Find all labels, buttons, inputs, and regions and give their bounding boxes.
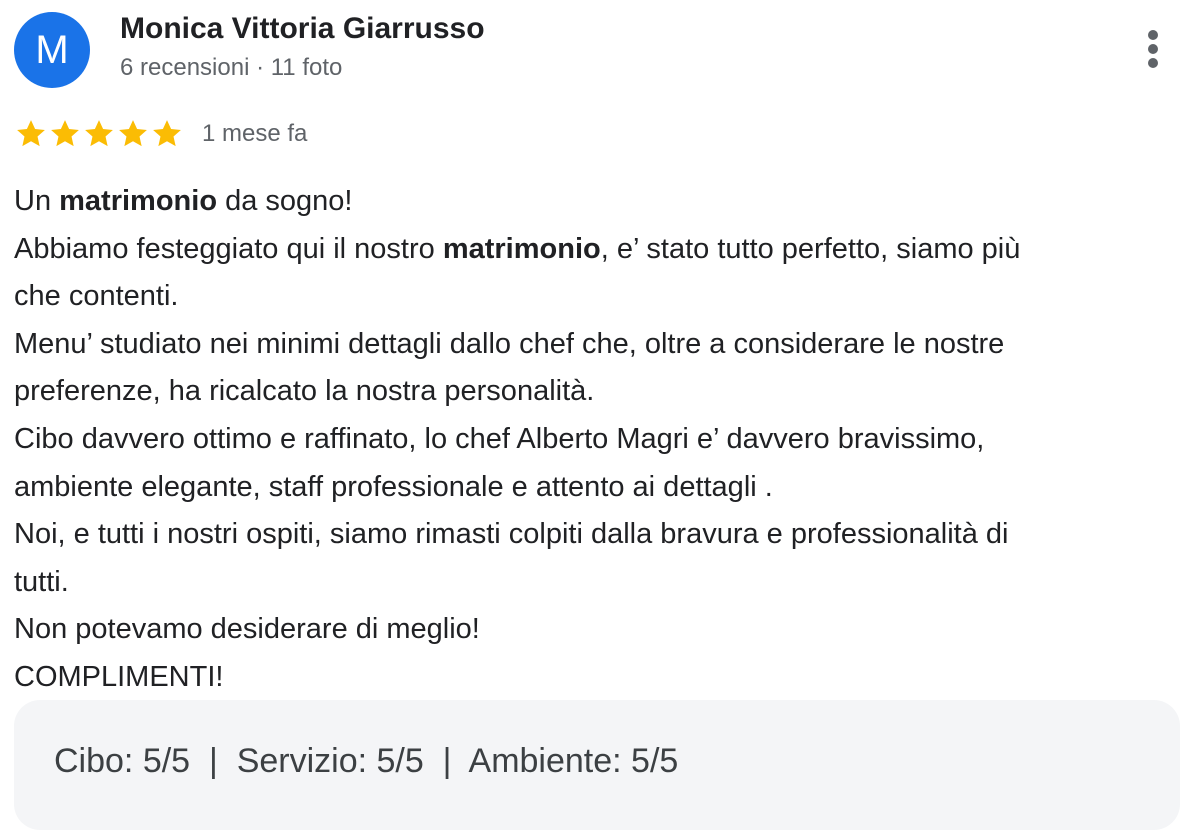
review-text-segment: Abbiamo festeggiato qui il nostro [14, 232, 443, 265]
star-icon [85, 120, 113, 147]
review-line: preferenze, ha ricalcato la nostra perso… [14, 368, 1189, 416]
review-text-segment: tutti. [14, 565, 69, 598]
review-line: Menu’ studiato nei minimi dettagli dallo… [14, 321, 1189, 369]
review-text-segment: Menu’ studiato nei minimi dettagli dallo… [14, 327, 1005, 360]
review-line: Un matrimonio da sogno! [14, 178, 1189, 226]
author-meta: 6 recensioni · 11 foto [120, 54, 343, 81]
star-icon [51, 120, 79, 147]
star-icon [119, 120, 147, 147]
review-date: 1 mese fa [202, 120, 308, 147]
review-keyword: matrimonio [442, 232, 601, 265]
sub-ratings-box: Cibo: 5/5 | Servizio: 5/5 | Ambiente: 5/… [14, 700, 1180, 830]
review-text-segment: preferenze, ha ricalcato la nostra perso… [14, 375, 595, 408]
review-text-segment: Cibo davvero ottimo e raffinato, lo chef… [14, 422, 985, 455]
review-line: Abbiamo festeggiato qui il nostro matrim… [14, 226, 1189, 274]
star-icon [153, 120, 181, 147]
review-text-segment: COMPLIMENTI! [14, 660, 224, 693]
review-line: Cibo davvero ottimo e raffinato, lo chef… [14, 416, 1189, 464]
review-text-segment: Un [14, 185, 60, 217]
review-line: che contenti. [14, 273, 1189, 321]
avatar[interactable]: M [14, 12, 90, 88]
more-options-button[interactable] [1136, 26, 1170, 72]
review-text-segment: , e’ stato tutto perfetto, siamo più [600, 232, 1021, 265]
review-text-segment: ambiente elegante, staff professionale e… [14, 470, 773, 503]
review-text-segment: Non potevamo desiderare di meglio! [14, 613, 480, 646]
rating-row: 1 mese fa [14, 114, 307, 154]
review-line: COMPLIMENTI! [14, 654, 1189, 702]
review-text: Un matrimonio da sogno! Abbiamo festeggia… [14, 178, 1189, 702]
review-line: Noi, e tutti i nostri ospiti, siamo rima… [14, 511, 1189, 559]
review-line: tutti. [14, 559, 1189, 607]
review-keyword: matrimonio [59, 185, 218, 217]
author-name[interactable]: Monica Vittoria Giarrusso [120, 12, 485, 46]
star-rating [14, 117, 184, 151]
review-text-segment: da sogno! [217, 185, 353, 217]
star-icon [17, 120, 45, 147]
sub-ratings-text: Cibo: 5/5 | Servizio: 5/5 | Ambiente: 5/… [54, 742, 679, 780]
review-line: Non potevamo desiderare di meglio! [14, 606, 1189, 654]
review-text-segment: Noi, e tutti i nostri ospiti, siamo rima… [14, 518, 1009, 551]
review-text-segment: che contenti. [14, 280, 179, 313]
review-line: ambiente elegante, staff professionale e… [14, 464, 1189, 512]
